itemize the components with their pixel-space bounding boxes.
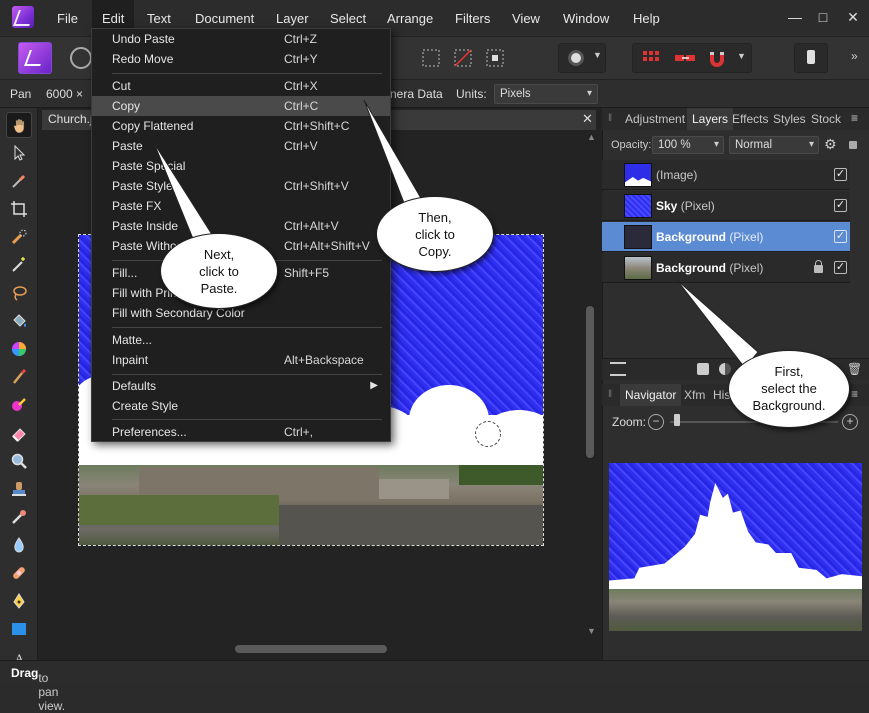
callout-pointers xyxy=(153,99,759,369)
callout-line: First, xyxy=(774,364,804,379)
callout-pointer-first xyxy=(676,279,759,369)
callout-then: Then, click to Copy. xyxy=(376,196,494,272)
callout-pointer-then xyxy=(363,99,423,209)
callout-line: Paste. xyxy=(200,281,238,296)
callout-line: Background. xyxy=(752,398,826,413)
callout-line: select the xyxy=(761,381,817,396)
callout-next: Next, click to Paste. xyxy=(160,233,278,309)
callout-line: click to xyxy=(415,227,455,242)
callout-line: Then, xyxy=(418,210,452,225)
callout-line: Next, xyxy=(203,247,235,262)
callout-first: First, select the Background. xyxy=(728,350,850,428)
callout-line: click to xyxy=(199,264,239,279)
callout-line: Copy. xyxy=(418,244,452,259)
